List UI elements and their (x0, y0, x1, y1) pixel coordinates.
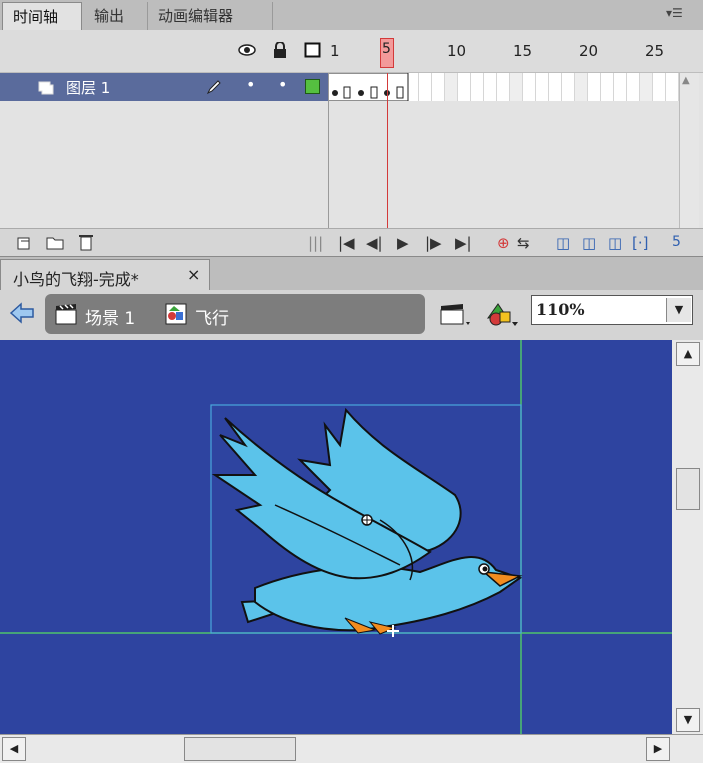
close-icon[interactable]: × (187, 265, 200, 284)
stage[interactable] (0, 340, 672, 734)
new-folder-icon[interactable] (46, 235, 64, 251)
frame-cell[interactable] (627, 73, 640, 101)
frame-number: 1 (330, 42, 340, 60)
movieclip-icon (165, 303, 187, 325)
new-layer-icon[interactable] (16, 235, 32, 251)
frame-cell[interactable] (419, 73, 432, 101)
frame-number: 25 (645, 42, 665, 60)
step-forward-icon[interactable]: |▶ (425, 234, 442, 252)
stage-hscroll[interactable]: ◀ ▶ (0, 734, 703, 763)
panel-menu-icon[interactable]: ▾☰ (666, 6, 683, 20)
timeline-panel: 1 5 10 15 20 25 图层 1 • • ▲ ▼ (0, 30, 703, 257)
tab-output[interactable]: 输出 (84, 2, 148, 30)
scroll-up-icon[interactable]: ▲ (676, 342, 700, 366)
frame-cell[interactable] (445, 73, 458, 101)
document-title: 小鸟的飞翔-完成* (13, 270, 139, 289)
frame-number: 20 (579, 42, 599, 60)
center-frame-icon[interactable]: ⊕ (497, 234, 510, 252)
frame-cell[interactable] (666, 73, 679, 101)
tab-timeline[interactable]: 时间轴 (2, 2, 82, 30)
scroll-left-icon[interactable]: ◀ (2, 737, 26, 761)
vscroll-thumb[interactable] (676, 468, 700, 510)
lock-icon[interactable] (271, 42, 289, 58)
playhead-marker[interactable]: 5 (380, 38, 394, 68)
onion-outline-icon[interactable]: ◫ (582, 234, 596, 252)
step-back-icon[interactable]: ◀| (366, 234, 383, 252)
lock-dot[interactable]: • (278, 75, 287, 94)
edit-multiple-frames-icon[interactable]: ◫ (608, 234, 622, 252)
go-first-frame-icon[interactable]: |◀ (338, 234, 355, 252)
tab-motion-editor[interactable]: 动画编辑器 (148, 2, 273, 30)
tab-label: 输出 (94, 7, 125, 25)
zoom-select[interactable]: 110% ▼ (531, 295, 693, 325)
frame-cell[interactable] (484, 73, 497, 101)
frame-cell[interactable] (510, 73, 523, 101)
frame-cell[interactable] (497, 73, 510, 101)
breadcrumb: 场景 1 飞行 (45, 294, 425, 334)
panel-tabbar: 时间轴 输出 动画编辑器 ▾☰ (0, 0, 703, 31)
frame-cell[interactable] (653, 73, 666, 101)
zoom-value: 110% (536, 300, 585, 319)
play-icon[interactable]: ▶ (397, 234, 409, 252)
eye-icon[interactable] (238, 42, 256, 58)
frame-number: 15 (513, 42, 533, 60)
chevron-down-icon[interactable]: ▼ (666, 298, 691, 322)
breadcrumb-scene[interactable]: 场景 1 (85, 304, 135, 329)
edit-bar: 场景 1 飞行 110% ▼ (0, 290, 703, 341)
scene-icon (55, 304, 77, 325)
onion-skin-icon[interactable]: ◫ (556, 234, 570, 252)
frame-cell[interactable] (601, 73, 614, 101)
stage-canvas (0, 340, 672, 734)
pencil-icon (206, 80, 221, 95)
layer-name[interactable]: 图层 1 (66, 77, 110, 98)
frame-cell[interactable] (432, 73, 445, 101)
document-tabbar: 小鸟的飞翔-完成* × (0, 256, 703, 291)
keyframes[interactable] (328, 73, 412, 101)
layer-row[interactable]: 图层 1 • • (0, 73, 328, 101)
frame-cell[interactable] (536, 73, 549, 101)
breadcrumb-symbol[interactable]: 飞行 (195, 304, 229, 329)
grip-icon: ||| (308, 234, 324, 252)
scroll-up-icon[interactable]: ▲ (682, 75, 690, 86)
scroll-right-icon[interactable]: ▶ (646, 737, 670, 761)
timeline-header: 1 5 10 15 20 25 (0, 30, 703, 73)
outline-color-swatch[interactable] (305, 79, 320, 94)
layer-icon (38, 81, 54, 95)
frame-cell[interactable] (562, 73, 575, 101)
go-last-frame-icon[interactable]: ▶| (455, 234, 472, 252)
edit-symbols-icon[interactable] (484, 300, 520, 328)
back-arrow-icon[interactable] (9, 302, 35, 324)
document-tab[interactable]: 小鸟的飞翔-完成* × (0, 259, 210, 291)
frame-cell[interactable] (614, 73, 627, 101)
edit-scene-icon[interactable] (440, 302, 472, 328)
frame-cell[interactable] (471, 73, 484, 101)
onion-markers-icon[interactable]: [·] (632, 234, 648, 252)
trash-icon[interactable] (78, 233, 94, 251)
tab-label: 动画编辑器 (158, 7, 234, 25)
bird-graphic (211, 407, 523, 637)
timeline-footer: ||| |◀ ◀| ▶ |▶ ▶| ⊕ ⇆ ◫ ◫ ◫ [·] 5 (0, 228, 703, 257)
frame-cell[interactable] (575, 73, 588, 101)
stage-vscroll[interactable]: ▲ ▼ (672, 340, 703, 734)
frame-number: 10 (447, 42, 467, 60)
current-frame-readout: 5 (672, 234, 681, 250)
outline-icon[interactable] (304, 42, 322, 58)
frame-cell[interactable] (588, 73, 601, 101)
scroll-down-icon[interactable]: ▼ (676, 708, 700, 732)
hscroll-thumb[interactable] (184, 737, 296, 761)
playhead-line (387, 73, 388, 231)
current-frame-label: 5 (382, 41, 391, 57)
frame-cell[interactable] (523, 73, 536, 101)
visibility-dot[interactable]: • (246, 75, 255, 94)
frame-cell[interactable] (458, 73, 471, 101)
loop-icon[interactable]: ⇆ (517, 234, 530, 252)
frame-cell[interactable] (549, 73, 562, 101)
tab-label: 时间轴 (13, 8, 59, 26)
frame-cell[interactable] (640, 73, 653, 101)
